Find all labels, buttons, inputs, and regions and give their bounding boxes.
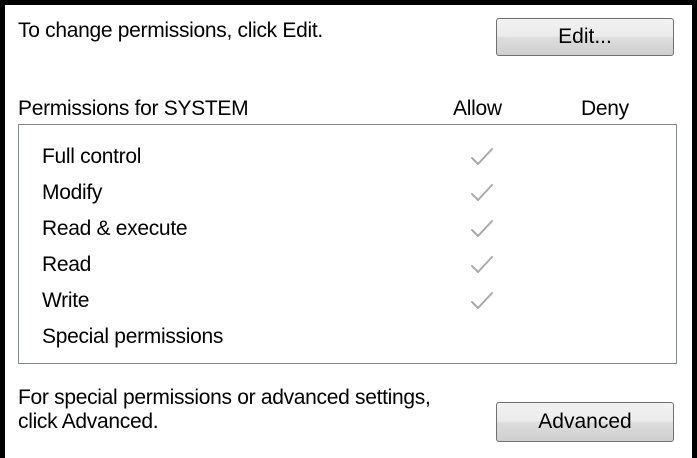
edit-button[interactable]: Edit... (496, 18, 674, 56)
checkmark-icon (471, 184, 493, 201)
permissions-list[interactable]: Full control Modify Read & execute Read (18, 124, 677, 364)
permission-label: Write (42, 289, 90, 312)
advanced-instruction-line-1: For special permissions or advanced sett… (18, 386, 431, 409)
permission-label: Read & execute (42, 217, 188, 240)
edit-instruction-text: To change permissions, click Edit. (18, 19, 323, 42)
advanced-instruction-text: For special permissions or advanced sett… (18, 386, 431, 434)
permission-label: Special permissions (42, 325, 224, 348)
permission-row-modify: Modify (19, 175, 676, 211)
checkmark-icon (471, 148, 493, 165)
permissions-panel: To change permissions, click Edit. Edit.… (0, 0, 697, 458)
checkmark-icon (471, 256, 493, 273)
checkmark-icon (471, 220, 493, 237)
permission-row-full-control: Full control (19, 139, 676, 175)
advanced-button[interactable]: Advanced (496, 402, 674, 442)
permission-label: Full control (42, 145, 142, 168)
permission-row-read: Read (19, 247, 676, 283)
checkmark-icon (471, 292, 493, 309)
permission-row-read-execute: Read & execute (19, 211, 676, 247)
permission-row-write: Write (19, 283, 676, 319)
allow-column-header: Allow (453, 97, 502, 120)
permission-row-special: Special permissions (19, 319, 676, 355)
advanced-instruction-line-2: click Advanced. (18, 410, 159, 433)
permission-label: Modify (42, 181, 103, 204)
permission-label: Read (42, 253, 92, 276)
deny-column-header: Deny (581, 97, 629, 120)
permissions-heading: Permissions for SYSTEM (18, 97, 249, 120)
